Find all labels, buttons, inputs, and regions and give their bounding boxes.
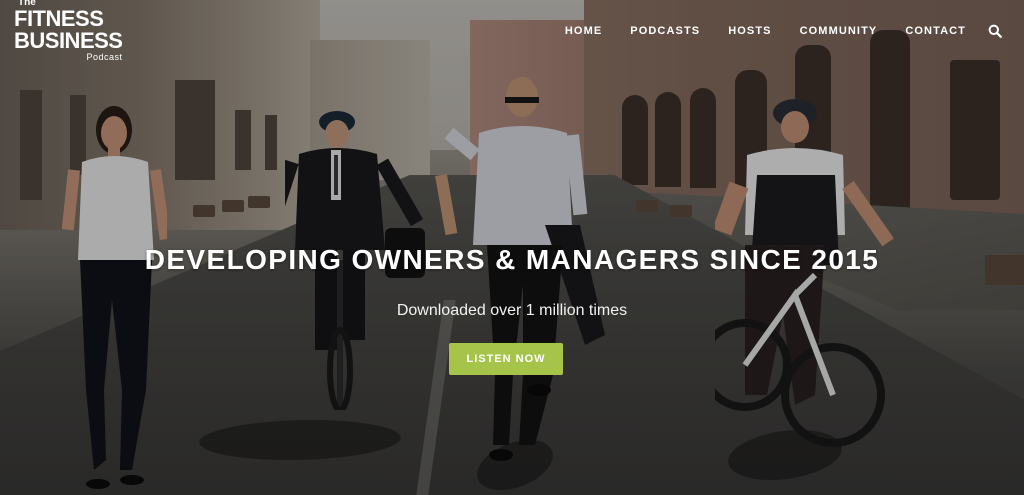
nav-home[interactable]: HOME — [565, 25, 602, 37]
nav-contact[interactable]: CONTACT — [905, 25, 966, 37]
nav-hosts[interactable]: HOSTS — [728, 25, 771, 37]
hero-headline: DEVELOPING OWNERS & MANAGERS SINCE 2015 — [144, 244, 880, 275]
nav-podcasts[interactable]: PODCASTS — [630, 25, 700, 37]
nav-community[interactable]: COMMUNITY — [800, 25, 878, 37]
logo-podcast: Podcast — [86, 52, 123, 62]
logo-business: BUSINESS — [14, 28, 123, 53]
site-logo[interactable]: The FITNESS BUSINESS Podcast — [14, 0, 123, 62]
main-nav: HOME PODCASTS HOSTS COMMUNITY CONTACT — [537, 24, 1002, 38]
hero-subheadline: Downloaded over 1 million times — [396, 302, 628, 319]
listen-now-button[interactable]: LISTEN NOW — [449, 343, 563, 375]
search-icon[interactable] — [988, 24, 1002, 38]
logo-fitness: FITNESS — [14, 6, 104, 31]
